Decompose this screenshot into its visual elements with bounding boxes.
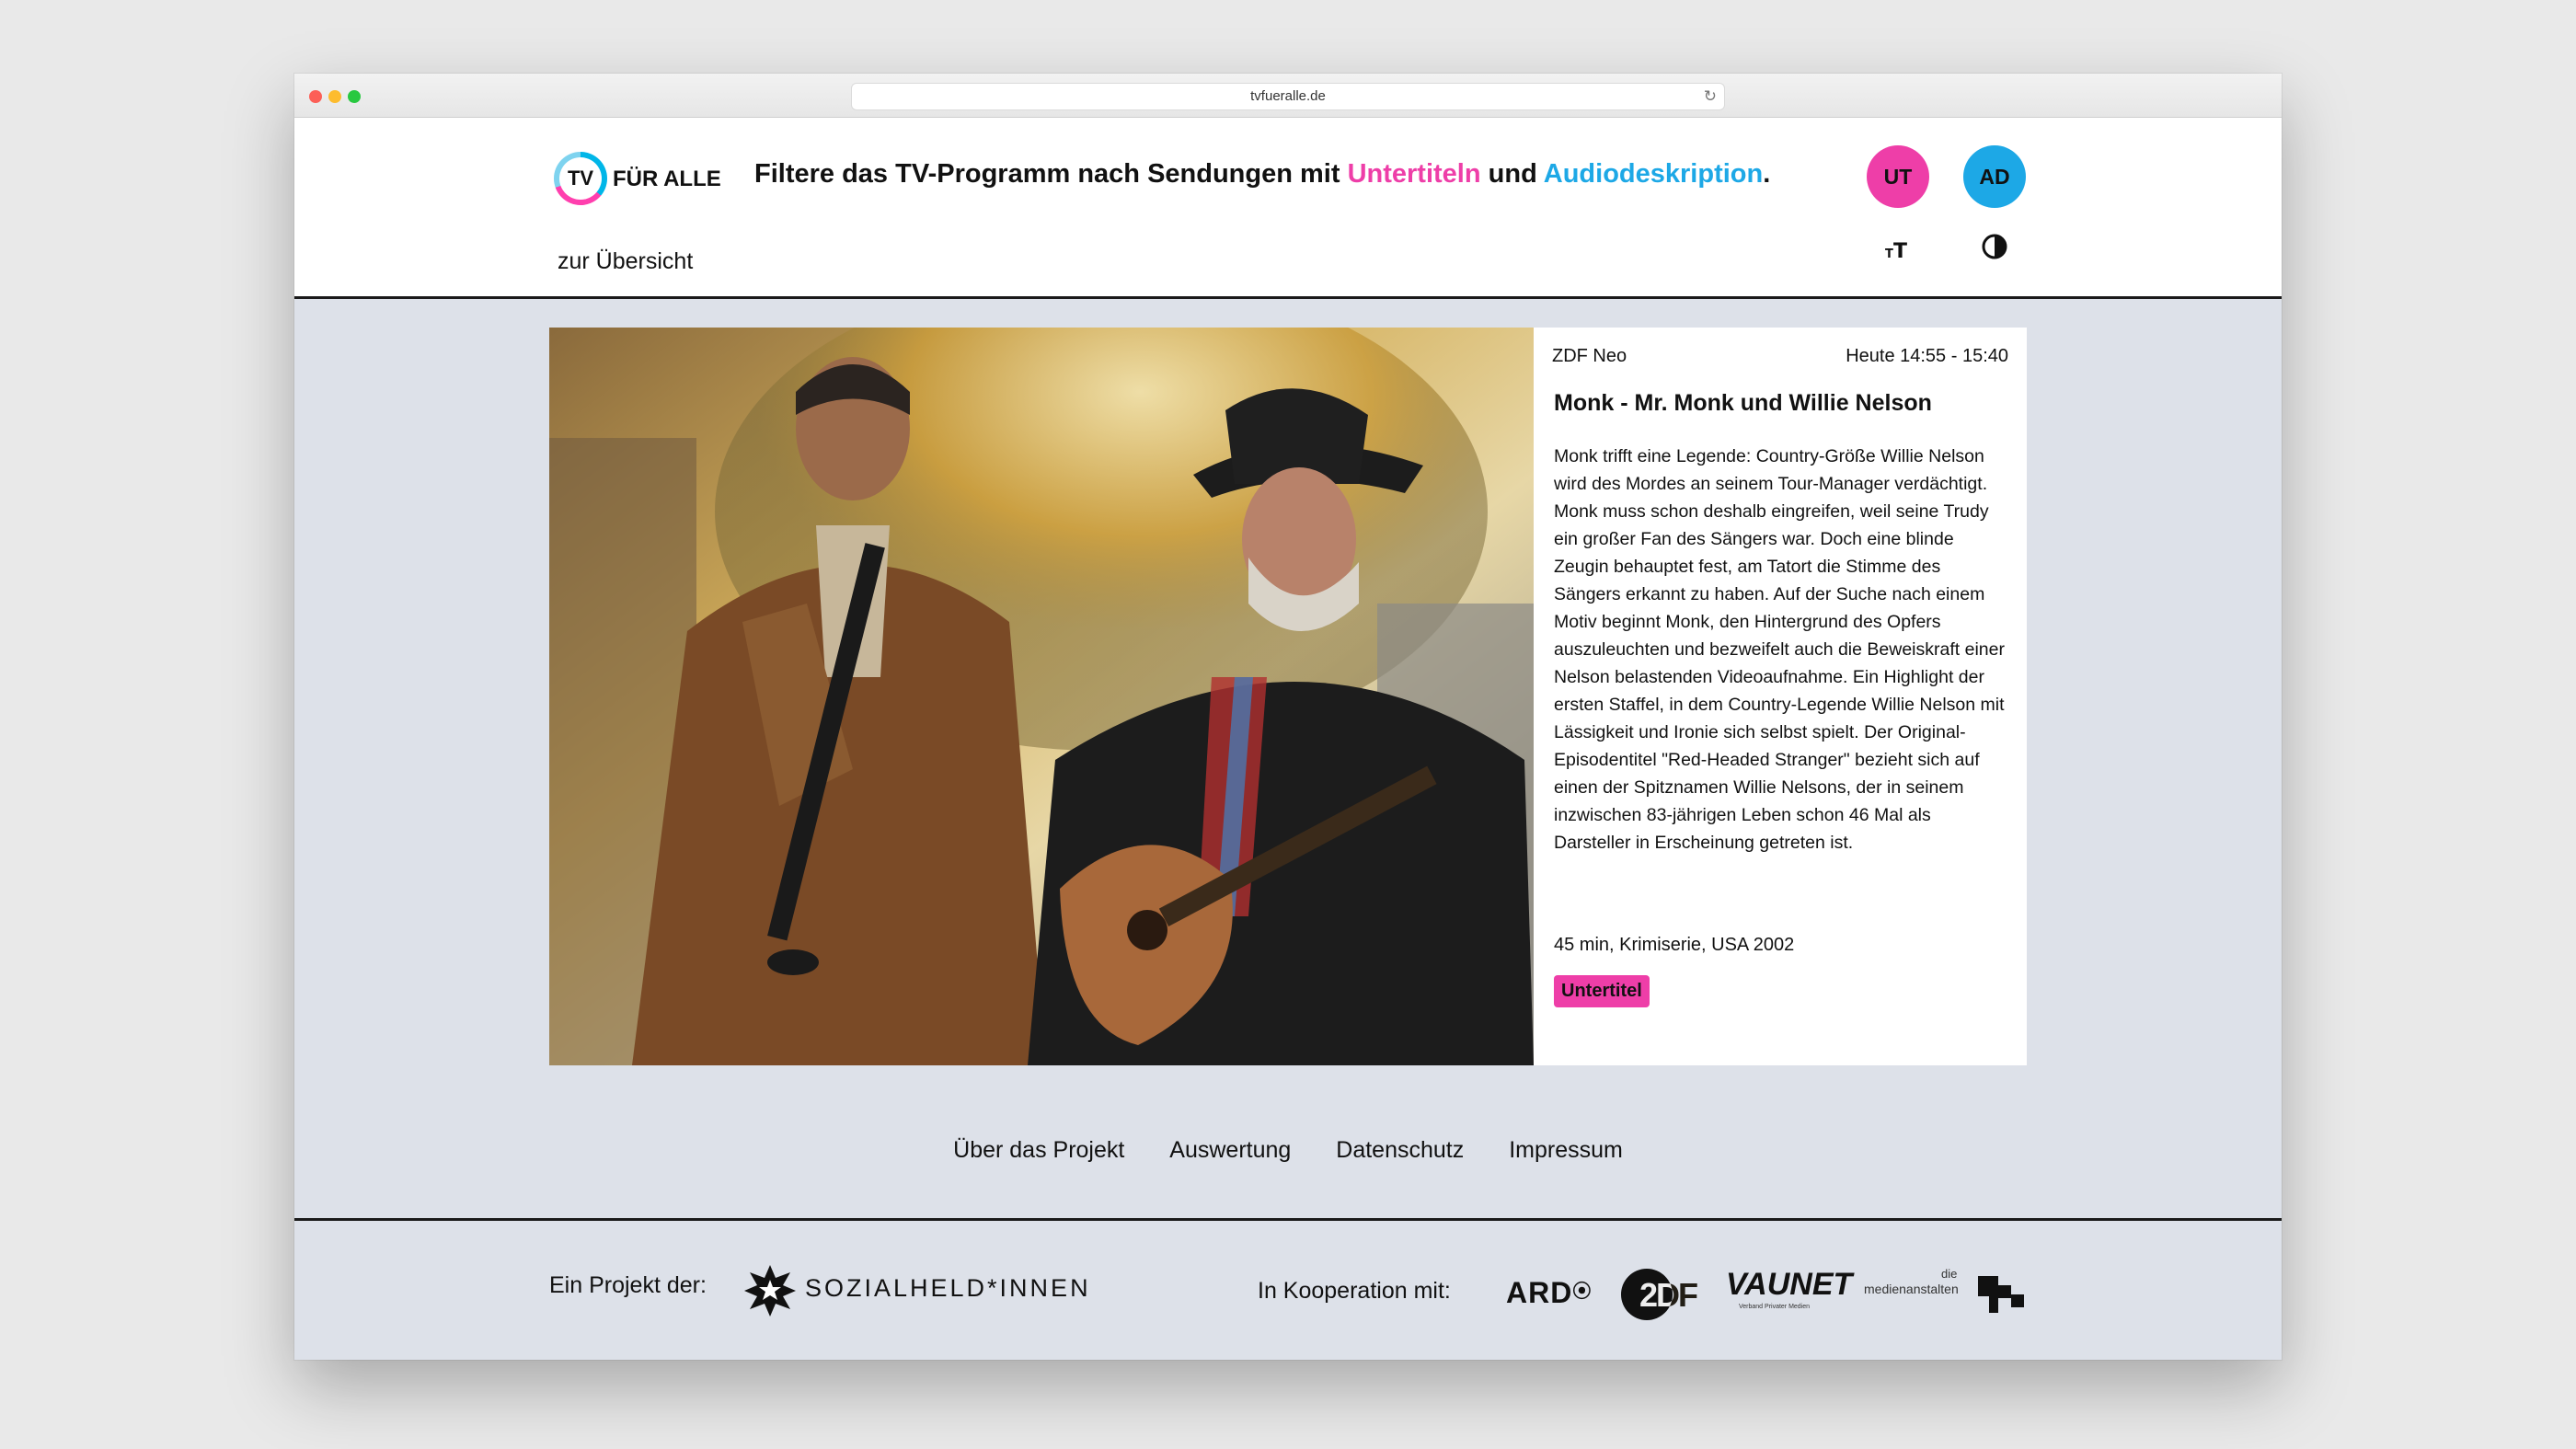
program-meta: 45 min, Krimiserie, USA 2002 xyxy=(1554,935,1795,955)
footer-link-about[interactable]: Über das Projekt xyxy=(953,1137,1124,1163)
program-card: ZDF Neo Heute 14:55 - 15:40 Monk - Mr. M… xyxy=(549,328,2027,1065)
medienanstalten-die: die xyxy=(1941,1267,1958,1281)
zdf-logo[interactable]: 2DF xyxy=(1621,1267,1708,1322)
program-still-image xyxy=(549,328,1534,1065)
contrast-icon[interactable] xyxy=(1978,230,2011,263)
minimize-window-button[interactable] xyxy=(328,90,341,103)
close-window-button[interactable] xyxy=(309,90,322,103)
site-header: TV FÜR ALLE Filtere das TV-Programm nach… xyxy=(294,118,2282,299)
footer-nav: Über das Projekt Auswertung Datenschutz … xyxy=(294,1137,2282,1164)
text-size-icon[interactable]: T T xyxy=(1881,230,1915,263)
site-footer: Ein Projekt der: SOZIALHELD*INNEN In Koo… xyxy=(294,1218,2282,1360)
reload-icon[interactable]: ↻ xyxy=(1704,84,1717,109)
address-bar[interactable]: tvfueralle.de ↻ xyxy=(851,83,1725,110)
tagline-mid: und xyxy=(1480,159,1544,189)
logo-tv-text: TV xyxy=(567,167,594,190)
program-title: Monk - Mr. Monk und Willie Nelson xyxy=(1554,390,1932,416)
site-tagline: Filtere das TV-Programm nach Sendungen m… xyxy=(754,159,1770,190)
channel-name: ZDF Neo xyxy=(1552,346,1627,366)
medienanstalten-mark-icon xyxy=(1978,1276,2024,1313)
svg-text:T: T xyxy=(1885,247,1893,261)
audiodescription-filter-button[interactable]: AD xyxy=(1963,145,2026,208)
vaunet-subtitle: Verband Privater Medien xyxy=(1739,1304,1811,1310)
medienanstalten-logo-text[interactable]: medienanstalten xyxy=(1864,1282,1959,1296)
subtitle-badge: Untertitel xyxy=(1554,975,1650,1007)
program-info-panel: ZDF Neo Heute 14:55 - 15:40 Monk - Mr. M… xyxy=(1534,328,2027,1065)
logo-text: FÜR ALLE xyxy=(613,167,721,191)
browser-toolbar: tvfueralle.de ↻ xyxy=(294,74,2282,118)
sozialheldinnen-logo-text[interactable]: SOZIALHELD*INNEN xyxy=(805,1274,1091,1303)
ard-logo-text: ARD xyxy=(1506,1276,1573,1309)
footer-link-imprint[interactable]: Impressum xyxy=(1509,1137,1623,1163)
address-bar-url: tvfueralle.de xyxy=(1250,88,1326,104)
tagline-subtitles: Untertiteln xyxy=(1347,159,1481,189)
footer-link-evaluation[interactable]: Auswertung xyxy=(1169,1137,1291,1163)
broadcast-time: Heute 14:55 - 15:40 xyxy=(1846,346,2008,366)
vaunet-logo[interactable]: VAUNET xyxy=(1726,1267,1852,1303)
program-description: Monk trifft eine Legende: Country-Größe … xyxy=(1554,446,2005,853)
site-logo[interactable]: TV FÜR ALLE xyxy=(554,152,738,207)
zdf-logo-text: 2DF xyxy=(1639,1276,1698,1314)
sozialheldinnen-logo-icon[interactable] xyxy=(742,1263,798,1318)
ard-logo[interactable]: ARD⦿ xyxy=(1506,1276,1592,1310)
tagline-audiodescription: Audiodeskription xyxy=(1543,159,1764,189)
cooperation-label: In Kooperation mit: xyxy=(1258,1278,1451,1304)
browser-window: tvfueralle.de ↻ TV FÜR ALLE Filtere das … xyxy=(294,74,2282,1360)
ard-eye-icon: ⦿ xyxy=(1572,1282,1593,1302)
tagline-suffix: . xyxy=(1763,159,1771,189)
project-label: Ein Projekt der: xyxy=(549,1272,707,1298)
footer-link-privacy[interactable]: Datenschutz xyxy=(1336,1137,1464,1163)
subtitle-filter-button[interactable]: UT xyxy=(1867,145,1929,208)
svg-text:T: T xyxy=(1893,240,1907,263)
back-to-overview-link[interactable]: zur Übersicht xyxy=(558,248,693,275)
maximize-window-button[interactable] xyxy=(348,90,361,103)
tagline-prefix: Filtere das TV-Programm nach Sendungen m… xyxy=(754,159,1348,189)
